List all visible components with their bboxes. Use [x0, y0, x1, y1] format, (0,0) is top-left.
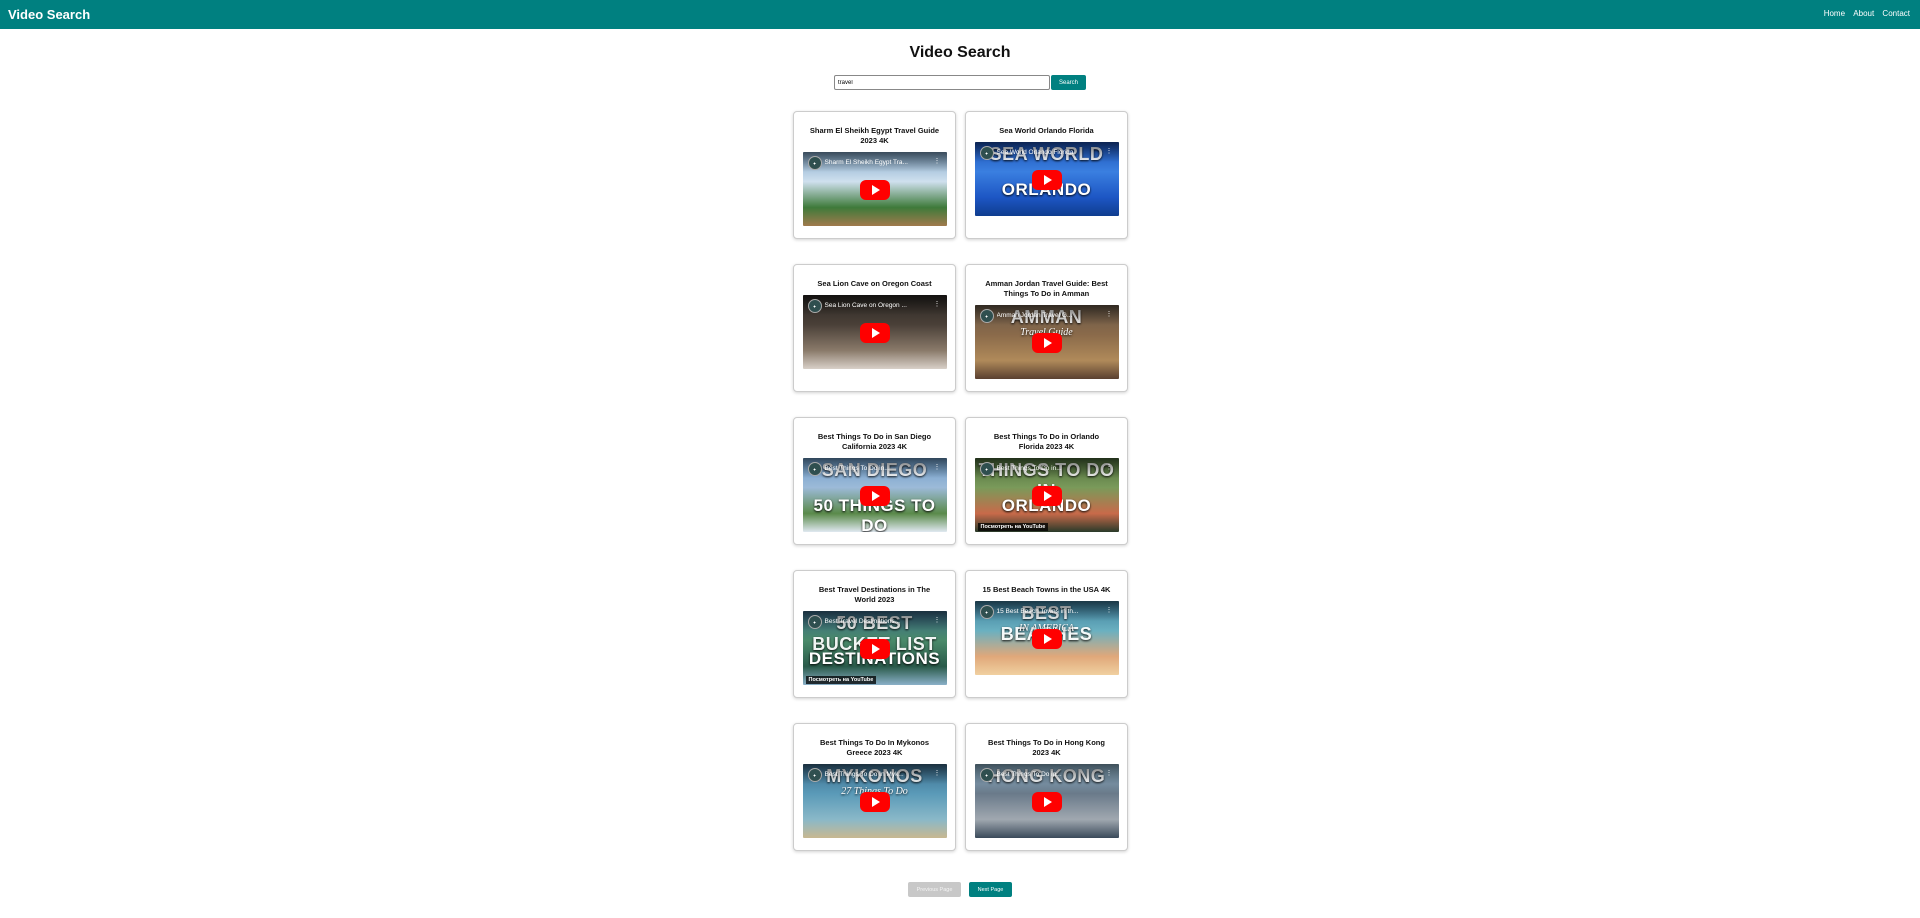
- video-embed[interactable]: ✦ Sea Lion Cave on Oregon ... ⋮: [802, 295, 947, 369]
- play-button-icon[interactable]: [1031, 486, 1062, 506]
- play-button-icon[interactable]: [859, 323, 890, 343]
- video-embed-title[interactable]: Sea World Orlando Florida: [997, 149, 1097, 156]
- play-button-icon[interactable]: [1031, 629, 1062, 649]
- play-button-icon[interactable]: [1031, 792, 1062, 812]
- video-embed[interactable]: BEST BEACHESIN AMERICA✦15 Best Beach Tow…: [974, 601, 1119, 675]
- video-embed[interactable]: SEA WORLDORLANDO✦Sea World Orlando Flori…: [974, 142, 1119, 216]
- video-card-title: Sea Lion Cave on Oregon Coast: [817, 279, 932, 288]
- video-embed[interactable]: AMMANTravel Guide✦Amman Jordan Travel G.…: [974, 305, 1119, 379]
- channel-avatar-icon[interactable]: ✦: [807, 462, 822, 476]
- video-card: Sea World Orlando FloridaSEA WORLDORLAND…: [965, 111, 1128, 239]
- video-embed-title[interactable]: Best Things To Do in...: [825, 465, 925, 472]
- video-card: Best Things To Do In Mykonos Greece 2023…: [793, 723, 956, 851]
- channel-avatar-icon[interactable]: ✦: [979, 309, 994, 323]
- channel-avatar-icon[interactable]: ✦: [979, 768, 994, 782]
- brand-logo[interactable]: Video Search: [8, 7, 90, 22]
- video-embed-title[interactable]: Sea Lion Cave on Oregon ...: [825, 302, 925, 309]
- more-options-icon[interactable]: ⋮: [934, 769, 941, 777]
- video-card: Best Things To Do in San Diego Californi…: [793, 417, 956, 545]
- video-embed-title[interactable]: Best Things To Do In Myk...: [825, 771, 925, 778]
- play-button-icon[interactable]: [859, 792, 890, 812]
- channel-avatar-icon[interactable]: ✦: [979, 605, 994, 619]
- video-embed[interactable]: THINGS TO DO INORLANDO✦Best Things To Do…: [974, 458, 1119, 532]
- video-card: Sharm El Sheikh Egypt Travel Guide 2023 …: [793, 111, 956, 239]
- channel-avatar-icon[interactable]: ✦: [807, 768, 822, 782]
- channel-avatar-icon[interactable]: ✦: [807, 299, 822, 313]
- video-card-title: Best Things To Do In Mykonos Greece 2023…: [819, 738, 930, 757]
- more-options-icon[interactable]: ⋮: [1106, 606, 1113, 614]
- video-embed-title[interactable]: Sharm El Sheikh Egypt Tra...: [825, 159, 925, 166]
- video-card-title: Best Things To Do in Orlando Florida 202…: [993, 432, 1100, 451]
- video-embed-title[interactable]: Amman Jordan Travel G...: [997, 312, 1097, 319]
- more-options-icon[interactable]: ⋮: [1106, 769, 1113, 777]
- previous-page-button[interactable]: Previous Page: [908, 882, 961, 897]
- search-button[interactable]: Search: [1051, 75, 1086, 90]
- video-embed[interactable]: 50 BEST BUCKET LISTDESTINATIONS✦Best Tra…: [802, 611, 947, 685]
- more-options-icon[interactable]: ⋮: [934, 300, 941, 308]
- search-input[interactable]: [834, 75, 1050, 90]
- video-card-title: Best Things To Do in Hong Kong 2023 4K: [988, 738, 1105, 757]
- nav-home-link[interactable]: Home: [1824, 9, 1845, 18]
- more-options-icon[interactable]: ⋮: [934, 463, 941, 471]
- watch-on-youtube-link[interactable]: Посмотреть на YouTube: [977, 523, 1049, 531]
- video-card: Best Things To Do in Hong Kong 2023 4KHO…: [965, 723, 1128, 851]
- channel-avatar-icon[interactable]: ✦: [807, 615, 822, 629]
- more-options-icon[interactable]: ⋮: [934, 157, 941, 165]
- play-button-icon[interactable]: [1031, 170, 1062, 190]
- video-embed-title[interactable]: Best Things To Do in...: [997, 771, 1097, 778]
- video-card-title: Best Travel Destinations in The World 20…: [818, 585, 931, 604]
- next-page-button[interactable]: Next Page: [969, 882, 1012, 897]
- video-embed[interactable]: MYKONOS27 Things To Do✦Best Things To Do…: [802, 764, 947, 838]
- video-card-title: 15 Best Beach Towns in the USA 4K: [982, 585, 1111, 594]
- watch-on-youtube-link[interactable]: Посмотреть на YouTube: [805, 676, 877, 684]
- more-options-icon[interactable]: ⋮: [934, 616, 941, 624]
- video-embed[interactable]: HONG KONG✦Best Things To Do in...⋮: [974, 764, 1119, 838]
- more-options-icon[interactable]: ⋮: [1106, 310, 1113, 318]
- video-card: Best Things To Do in Orlando Florida 202…: [965, 417, 1128, 545]
- nav-contact-link[interactable]: Contact: [1882, 9, 1910, 18]
- video-embed-title[interactable]: Best Travel Destinations...: [825, 618, 925, 625]
- video-card: Best Travel Destinations in The World 20…: [793, 570, 956, 698]
- video-card: Sea Lion Cave on Oregon Coast ✦ Sea Lion C…: [793, 264, 956, 392]
- video-embed[interactable]: ✦ Sharm El Sheikh Egypt Tra... ⋮: [802, 152, 947, 226]
- video-card: Amman Jordan Travel Guide: Best Things T…: [965, 264, 1128, 392]
- channel-avatar-icon[interactable]: ✦: [979, 462, 994, 476]
- more-options-icon[interactable]: ⋮: [1106, 147, 1113, 155]
- nav-about-link[interactable]: About: [1853, 9, 1874, 18]
- channel-avatar-icon[interactable]: ✦: [979, 146, 994, 160]
- page-title: Video Search: [909, 44, 1011, 61]
- main-nav: Home About Contact: [1818, 9, 1910, 18]
- play-button-icon[interactable]: [859, 639, 890, 659]
- video-card-title: Sharm El Sheikh Egypt Travel Guide 2023 …: [809, 126, 940, 145]
- channel-avatar-icon[interactable]: ✦: [807, 156, 822, 170]
- video-card: 15 Best Beach Towns in the USA 4K BEST BE…: [965, 570, 1128, 698]
- more-options-icon[interactable]: ⋮: [1106, 463, 1113, 471]
- video-embed-title[interactable]: Best Things To Do in...: [997, 465, 1097, 472]
- play-button-icon[interactable]: [1031, 333, 1062, 353]
- video-grid: Sharm El Sheikh Egypt Travel Guide 2023 …: [793, 111, 1128, 851]
- video-embed[interactable]: SAN DIEGO50 THINGS TO DO✦Best Things To …: [802, 458, 947, 532]
- video-embed-title[interactable]: 15 Best Beach Towns in th...: [997, 608, 1097, 615]
- video-card-title: Amman Jordan Travel Guide: Best Things T…: [985, 279, 1108, 298]
- top-navbar: Video Search Home About Contact: [0, 0, 1920, 29]
- play-button-icon[interactable]: [859, 180, 890, 200]
- play-button-icon[interactable]: [859, 486, 890, 506]
- video-card-title: Sea World Orlando Florida: [999, 126, 1094, 135]
- video-card-title: Best Things To Do in San Diego Californi…: [817, 432, 932, 451]
